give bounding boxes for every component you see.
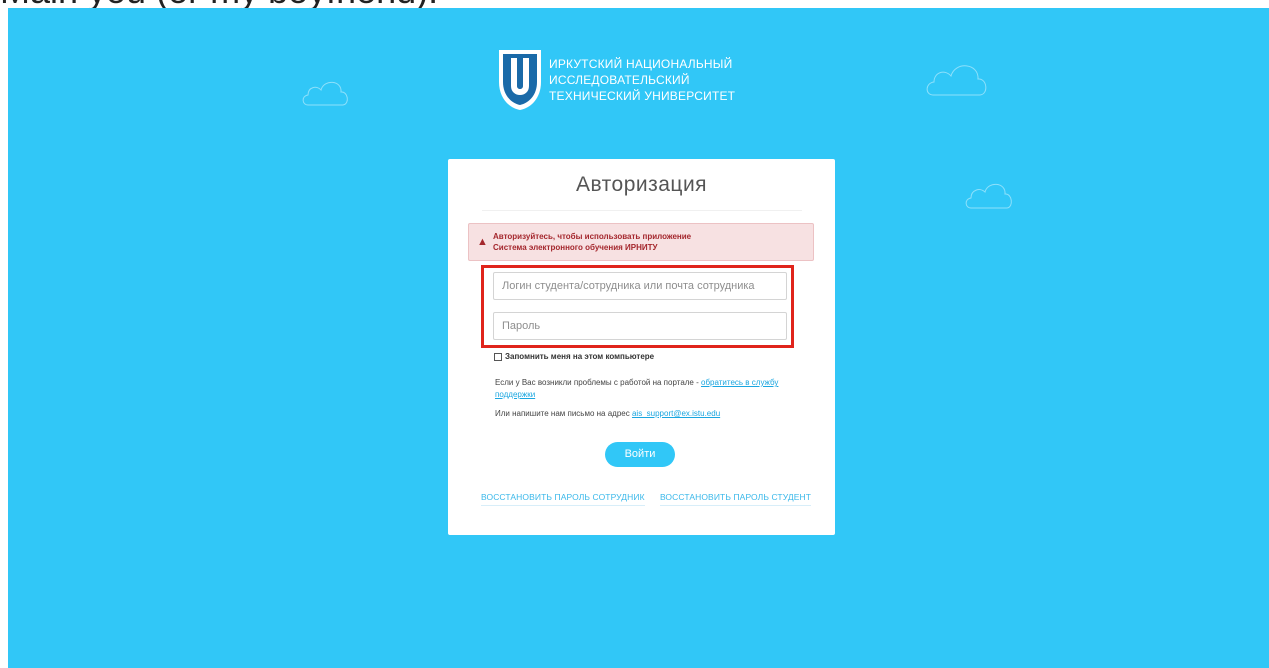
university-name-line-2: ИССЛЕДОВАТЕЛЬСКИЙ: [549, 73, 690, 87]
remember-me-checkbox[interactable]: Запомнить меня на этом компьютере: [494, 352, 654, 361]
alert-message: Авторизуйтесь, чтобы использовать прилож…: [493, 231, 691, 253]
top-strip-text: Main you (or my boyfriend).: [0, 0, 438, 8]
login-page-background: ИРКУТСКИЙ НАЦИОНАЛЬНЫЙ ИССЛЕДОВАТЕЛЬСКИЙ…: [8, 8, 1269, 668]
alert-line-1: Авторизуйтесь, чтобы использовать прилож…: [493, 232, 692, 241]
page-title: Авторизация: [575, 173, 708, 196]
support-mail-prefix: Или напишите нам письмо на адрес: [495, 409, 632, 418]
support-mail-text: Или напишите нам письмо на адрес ais_sup…: [495, 409, 720, 418]
restore-password-student-link[interactable]: ВОССТАНОВИТЬ ПАРОЛЬ СТУДЕНТ: [659, 492, 811, 506]
warning-icon: ▲: [477, 236, 488, 248]
cloud-icon: [965, 183, 1012, 209]
university-name-line-1: ИРКУТСКИЙ НАЦИОНАЛЬНЫЙ: [549, 57, 733, 71]
university-name-line-3: ТЕХНИЧЕСКИЙ УНИВЕРСИТЕТ: [549, 89, 736, 103]
cloud-icon: [302, 81, 348, 106]
university-logo[interactable]: ИРКУТСКИЙ НАЦИОНАЛЬНЫЙ ИССЛЕДОВАТЕЛЬСКИЙ…: [497, 48, 735, 112]
cloud-icon: [926, 65, 987, 96]
support-email-link[interactable]: ais_support@ex.istu.edu: [632, 409, 720, 418]
top-strip: Main you (or my boyfriend).: [0, 0, 1269, 8]
login-card: Авторизация ▲ Авторизуйтесь, чтобы испол…: [448, 159, 835, 535]
alert-line-2: Система электронного обучения ИРНИТУ: [493, 243, 658, 252]
university-name: ИРКУТСКИЙ НАЦИОНАЛЬНЫЙ ИССЛЕДОВАТЕЛЬСКИЙ…: [549, 56, 735, 104]
university-emblem-icon: [499, 50, 541, 110]
restore-password-links: ВОССТАНОВИТЬ ПАРОЛЬ СОТРУДНИК ВОССТАНОВИ…: [481, 492, 811, 506]
remember-me-label: Запомнить меня на этом компьютере: [505, 352, 655, 361]
restore-password-employee-link[interactable]: ВОССТАНОВИТЬ ПАРОЛЬ СОТРУДНИК: [481, 492, 645, 506]
checkbox-icon[interactable]: [494, 352, 502, 361]
auth-alert: ▲ Авторизуйтесь, чтобы использовать прил…: [468, 223, 814, 261]
support-help-prefix: Если у Вас возникли проблемы с работой н…: [495, 378, 701, 387]
login-input[interactable]: [493, 272, 787, 300]
title-divider: [482, 210, 802, 211]
login-button[interactable]: Войти: [605, 442, 675, 467]
support-help-text: Если у Вас возникли проблемы с работой н…: [495, 377, 795, 401]
password-input[interactable]: [493, 312, 787, 340]
